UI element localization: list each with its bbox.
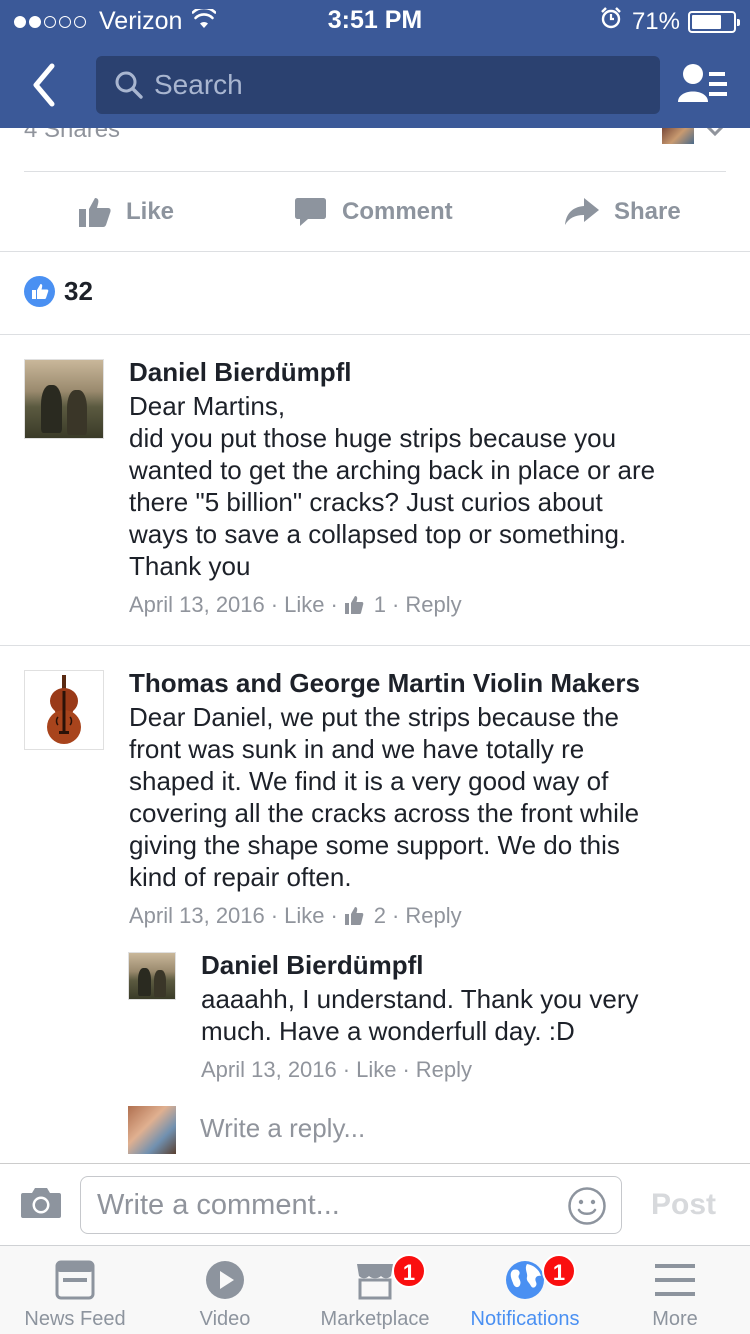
comment-line: wanted to get the arching back in place … <box>129 455 656 485</box>
reply-date[interactable]: April 13, 2016 <box>201 1057 337 1083</box>
comment-line: giving the shape some support. We do thi… <box>129 830 620 860</box>
globe-icon <box>505 1260 545 1306</box>
tab-label: Notifications <box>470 1308 580 1330</box>
battery-icon <box>688 10 740 33</box>
comment-line: front was sunk in and we have totally re <box>129 734 585 764</box>
comment-line: shaped it. We find it is a very good way… <box>129 766 609 796</box>
top-header: Verizon 3:51 PM 71% <box>0 0 750 128</box>
reply-like-link[interactable]: Like <box>356 1057 396 1083</box>
like-label: Like <box>126 198 175 225</box>
chevron-down-icon[interactable] <box>704 128 726 145</box>
violin-icon <box>47 675 81 744</box>
comment-reply-link[interactable]: Reply <box>405 903 461 929</box>
comment-line: kind of repair often. <box>129 862 352 892</box>
shares-row: 4 Shares <box>24 128 726 172</box>
comment-like-count[interactable]: 1 <box>374 592 386 618</box>
thumbs-up-icon <box>344 907 364 925</box>
shares-count[interactable]: 4 Shares <box>24 128 120 144</box>
comment-like-link[interactable]: Like <box>284 903 324 929</box>
reply-line: much. Have a wonderfull day. :D <box>201 1016 575 1046</box>
reply-text: aaaahh, I understand. Thank you very muc… <box>201 983 731 1047</box>
marketplace-icon <box>355 1260 395 1306</box>
comment-button[interactable]: Comment <box>294 172 453 252</box>
comment-line: Thank you <box>129 551 251 581</box>
comment-like-link[interactable]: Like <box>284 592 324 618</box>
tab-label: More <box>652 1308 698 1330</box>
reply-reply-link[interactable]: Reply <box>416 1057 472 1083</box>
comment-icon <box>295 198 326 226</box>
comment-author-name[interactable]: Daniel Bierdümpfl <box>129 357 351 388</box>
comment-author-name[interactable]: Thomas and George Martin Violin Makers <box>129 668 640 699</box>
search-icon <box>114 70 144 105</box>
likes-summary-row[interactable] <box>0 252 750 335</box>
search-bar[interactable] <box>96 56 660 114</box>
marketplace-badge: 1 <box>392 1254 426 1288</box>
thumbs-up-icon <box>344 596 364 614</box>
like-button[interactable]: Like <box>78 172 174 252</box>
emoji-icon[interactable] <box>567 1186 607 1231</box>
like-count[interactable]: 32 <box>64 276 93 307</box>
reply-author-avatar[interactable] <box>128 952 176 1000</box>
status-bar: Verizon 3:51 PM 71% <box>0 0 750 40</box>
comment-date[interactable]: April 13, 2016 <box>129 903 265 929</box>
search-input[interactable] <box>154 64 644 106</box>
comment-like-count[interactable]: 2 <box>374 903 386 929</box>
bottom-tab-bar: News Feed Video 1 Marketplace 1 Notifica… <box>0 1245 750 1334</box>
post-button[interactable]: Post <box>651 1188 716 1222</box>
comment-meta: April 13, 2016 · Like · 2 · Reply <box>129 903 462 929</box>
share-label: Share <box>614 198 681 225</box>
tab-news-feed[interactable]: News Feed <box>0 1246 150 1334</box>
comment-divider <box>0 645 750 646</box>
comment-meta: April 13, 2016 · Like · 1 · Reply <box>129 592 462 618</box>
thumbs-up-icon <box>79 198 111 227</box>
friend-requests-button[interactable] <box>676 60 730 110</box>
page-avatar[interactable] <box>24 670 104 750</box>
comment-label: Comment <box>342 198 453 225</box>
comment-line: there "5 billion" cracks? Just curios ab… <box>129 487 603 517</box>
comment-composer: Post <box>0 1163 750 1245</box>
friend-list-icon <box>678 64 727 102</box>
comment-text: Dear Martins, did you put those huge str… <box>129 390 729 582</box>
comment-reply-link[interactable]: Reply <box>405 592 461 618</box>
comment-line: covering all the cracks across the front… <box>129 798 640 828</box>
news-feed-icon <box>55 1260 95 1306</box>
share-arrow-icon <box>565 198 599 225</box>
tab-label: Marketplace <box>320 1308 430 1330</box>
comment-text: Dear Daniel, we put the strips because t… <box>129 701 729 893</box>
tab-label: News Feed <box>24 1308 126 1330</box>
post-action-bar: Like Comment Share <box>0 172 750 252</box>
tab-marketplace[interactable]: 1 Marketplace <box>300 1246 450 1334</box>
menu-icon <box>655 1260 695 1306</box>
like-reaction-icon <box>24 276 55 307</box>
comment-line: Dear Daniel, we put the strips because t… <box>129 702 619 732</box>
page-avatar[interactable] <box>662 128 694 144</box>
reply-line: aaaahh, I understand. Thank you very <box>201 984 639 1014</box>
camera-icon[interactable] <box>20 1186 62 1225</box>
comment-line: did you put those huge strips because yo… <box>129 423 617 453</box>
alarm-icon <box>600 7 622 36</box>
write-reply-input[interactable]: Write a reply... <box>200 1113 365 1144</box>
reply-author-name[interactable]: Daniel Bierdümpfl <box>201 950 423 981</box>
chevron-left-icon <box>33 63 55 107</box>
back-button[interactable] <box>26 60 66 110</box>
tab-more[interactable]: More <box>600 1246 750 1334</box>
video-icon <box>205 1260 245 1306</box>
battery-percent: 71% <box>631 7 680 35</box>
reply-meta: April 13, 2016 · Like · Reply <box>201 1057 473 1083</box>
tab-video[interactable]: Video <box>150 1246 300 1334</box>
notifications-badge: 1 <box>542 1254 576 1288</box>
commenter-avatar[interactable] <box>24 359 104 439</box>
comment-input[interactable] <box>97 1185 557 1225</box>
comment-box[interactable] <box>80 1176 622 1234</box>
my-avatar <box>128 1106 176 1154</box>
tab-label: Video <box>199 1308 251 1330</box>
comment-date[interactable]: April 13, 2016 <box>129 592 265 618</box>
comment-line: ways to save a collapsed top or somethin… <box>129 519 627 549</box>
comment-line: Dear Martins, <box>129 391 286 421</box>
tab-notifications[interactable]: 1 Notifications <box>450 1246 600 1334</box>
share-button[interactable]: Share <box>564 172 681 252</box>
